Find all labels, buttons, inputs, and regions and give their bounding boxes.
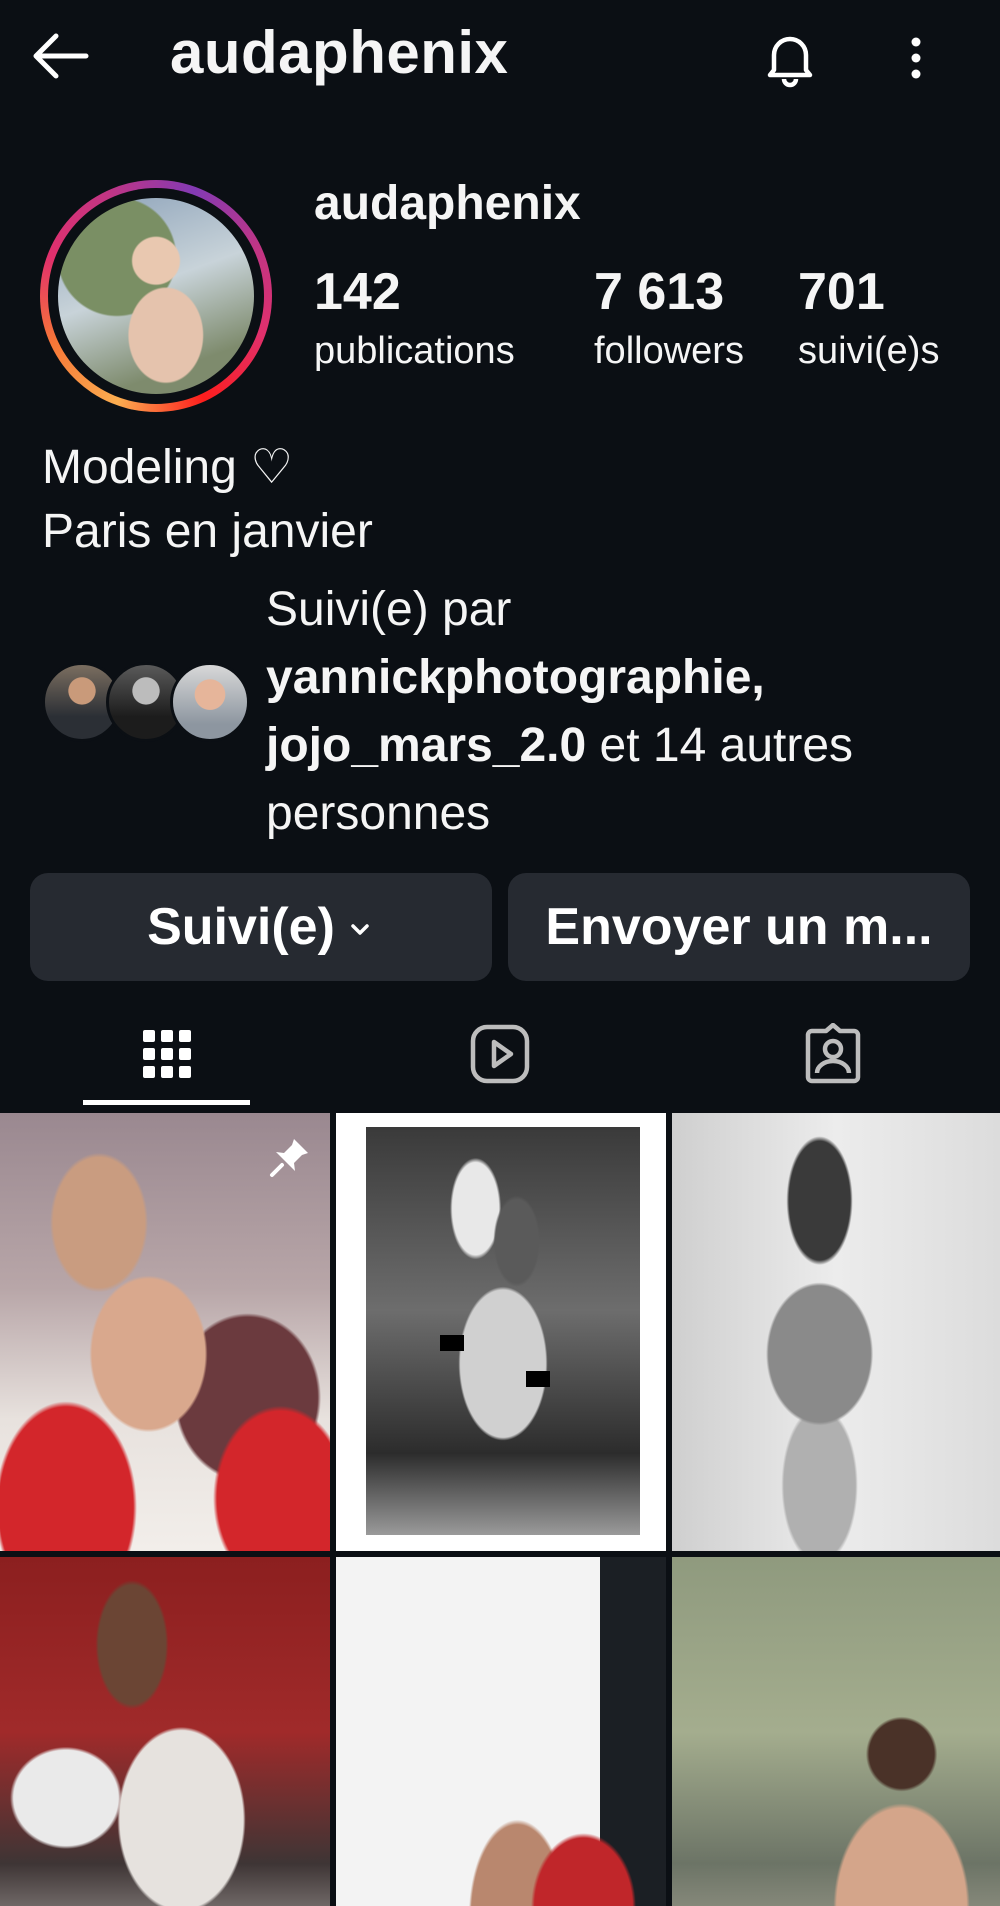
bell-icon xyxy=(767,36,813,88)
reels-icon xyxy=(470,1024,530,1084)
profile-bio: Modeling ♡ Paris en janvier xyxy=(42,436,373,564)
chevron-down-icon xyxy=(351,924,369,935)
tab-posts[interactable] xyxy=(67,1000,267,1108)
top-bar: audaphenix xyxy=(0,0,1000,115)
grid-icon xyxy=(143,1030,191,1078)
stat-following[interactable]: 701 suivi(e)s xyxy=(798,266,939,370)
tagged-icon xyxy=(805,1023,861,1084)
post-thumbnail[interactable] xyxy=(0,1557,330,1906)
stat-value: 701 xyxy=(798,263,885,321)
followed-by-prefix: Suivi(e) par xyxy=(266,583,512,636)
back-button[interactable] xyxy=(28,30,92,82)
more-vertical-icon xyxy=(911,37,921,79)
stat-publications[interactable]: 142 publications xyxy=(314,266,515,370)
page-title: audaphenix xyxy=(170,19,509,86)
post-thumbnail[interactable] xyxy=(336,1557,666,1906)
pin-icon xyxy=(270,1139,308,1177)
followed-by-user[interactable]: yannickphotographie, xyxy=(266,651,765,704)
followed-by-text[interactable]: Suivi(e) par yannickphotographie, jojo_m… xyxy=(266,576,986,848)
profile-username: audaphenix xyxy=(314,177,581,230)
avatar xyxy=(170,662,250,742)
post-thumbnail[interactable] xyxy=(0,1113,330,1551)
arrow-left-icon xyxy=(33,33,89,79)
followed-by-user[interactable]: jojo_mars_2.0 xyxy=(266,719,586,772)
post-thumbnail[interactable] xyxy=(336,1113,666,1551)
profile-tabs xyxy=(0,1000,1000,1108)
stat-value: 142 xyxy=(314,263,401,321)
message-button[interactable]: Envoyer un m... xyxy=(508,873,970,981)
stat-label: followers xyxy=(594,330,744,372)
bio-line: Modeling ♡ xyxy=(42,441,294,494)
message-label: Envoyer un m... xyxy=(545,898,933,956)
tab-reels[interactable] xyxy=(400,1000,600,1108)
more-options-button[interactable] xyxy=(896,28,936,88)
followed-by-avatars[interactable] xyxy=(42,662,252,746)
stat-followers[interactable]: 7 613 followers xyxy=(594,266,744,370)
avatar xyxy=(58,198,254,394)
stat-label: suivi(e)s xyxy=(798,330,940,372)
following-label: Suivi(e) xyxy=(147,898,335,956)
stat-value: 7 613 xyxy=(594,263,725,321)
tab-tagged[interactable] xyxy=(733,1000,933,1108)
story-ring[interactable] xyxy=(40,180,272,412)
notifications-button[interactable] xyxy=(760,28,820,88)
post-thumbnail[interactable] xyxy=(672,1557,1000,1906)
bio-line: Paris en janvier xyxy=(42,505,373,558)
following-button[interactable]: Suivi(e) xyxy=(30,873,492,981)
post-thumbnail[interactable] xyxy=(672,1113,1000,1551)
active-tab-indicator xyxy=(83,1100,250,1105)
stat-label: publications xyxy=(314,330,515,372)
